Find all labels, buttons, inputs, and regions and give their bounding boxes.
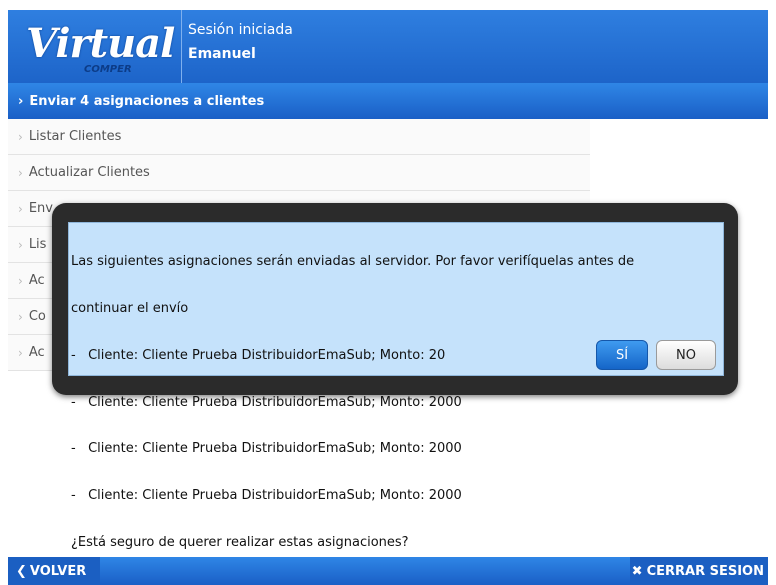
- chevron-right-icon: ›: [18, 273, 23, 288]
- dialog-message: Las siguientes asignaciones serán enviad…: [71, 223, 634, 582]
- logo-text: Virtual: [26, 20, 175, 67]
- menu-item-label: Listar Clientes: [28, 129, 122, 144]
- menu-item-list-clients[interactable]: › Listar Clientes: [8, 119, 590, 155]
- dialog-line: - Cliente: Cliente Prueba DistribuidorEm…: [71, 347, 446, 363]
- menu-item-label: Enviar 4 asignaciones a clientes: [29, 93, 265, 109]
- header-divider: [181, 10, 182, 83]
- dialog-line: - Cliente: Cliente Prueba DistribuidorEm…: [71, 394, 462, 410]
- no-button[interactable]: NO: [656, 340, 716, 370]
- menu-item-update-clients[interactable]: › Actualizar Clientes: [8, 155, 590, 191]
- dialog-line: - Cliente: Cliente Prueba DistribuidorEm…: [71, 488, 462, 504]
- chevron-right-icon: ›: [18, 129, 23, 144]
- menu-item-label: Ac: [28, 345, 45, 360]
- menu-item-label: Lis: [28, 237, 47, 252]
- chevron-left-icon: ❮: [16, 563, 27, 579]
- chevron-right-icon: ›: [18, 201, 23, 216]
- dialog-line: Las siguientes asignaciones serán enviad…: [71, 254, 635, 270]
- session-status: Sesión iniciada: [188, 22, 293, 38]
- yes-button[interactable]: SÍ: [596, 340, 648, 370]
- menu-item-label: Actualizar Clientes: [28, 165, 150, 180]
- menu-item-label: Co: [28, 309, 46, 324]
- dialog-line: continuar el envío: [71, 300, 189, 316]
- virtual-logo: Virtual COMPER: [16, 14, 175, 76]
- user-name: Emanuel: [188, 46, 256, 62]
- chevron-right-icon: ›: [18, 165, 23, 180]
- menu-item-label: Env: [28, 201, 53, 216]
- logout-label: CERRAR SESION: [646, 563, 764, 579]
- menu-item-label: Ac: [28, 273, 45, 288]
- chevron-right-icon: ›: [18, 309, 23, 324]
- menu-item-send-assignments[interactable]: › Enviar 4 asignaciones a clientes: [8, 83, 590, 119]
- active-bar-extension: [590, 83, 768, 119]
- logout-button[interactable]: ✖ CERRAR SESION: [630, 557, 768, 585]
- dialog-line: ¿Está seguro de querer realizar estas as…: [71, 534, 409, 550]
- chevron-right-icon: ›: [18, 237, 23, 252]
- dialog-line: - Cliente: Cliente Prueba DistribuidorEm…: [71, 441, 462, 457]
- chevron-right-icon: ›: [18, 93, 24, 109]
- chevron-right-icon: ›: [18, 345, 23, 360]
- logo-subtitle: COMPER: [84, 64, 132, 75]
